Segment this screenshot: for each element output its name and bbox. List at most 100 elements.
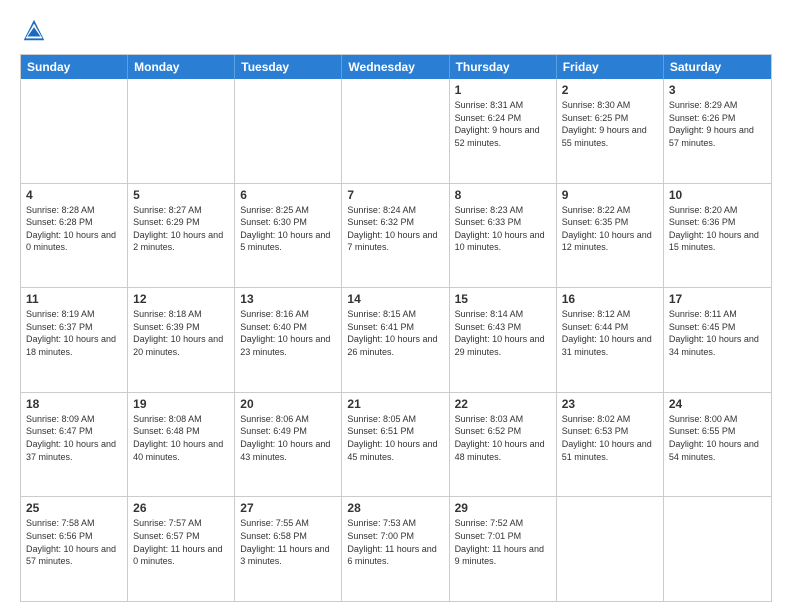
day-number: 11 [26,292,122,306]
day-info: Sunrise: 8:22 AMSunset: 6:35 PMDaylight:… [562,204,658,254]
day-number: 20 [240,397,336,411]
day-info: Sunrise: 7:58 AMSunset: 6:56 PMDaylight:… [26,517,122,567]
calendar-cell: 12 Sunrise: 8:18 AMSunset: 6:39 PMDayligh… [128,288,235,392]
day-info: Sunrise: 8:09 AMSunset: 6:47 PMDaylight:… [26,413,122,463]
calendar-cell [342,79,449,183]
calendar-cell [21,79,128,183]
header-cell-thursday: Thursday [450,55,557,79]
calendar-cell [557,497,664,601]
calendar-cell: 1 Sunrise: 8:31 AMSunset: 6:24 PMDaylight… [450,79,557,183]
calendar-cell [235,79,342,183]
day-info: Sunrise: 7:55 AMSunset: 6:58 PMDaylight:… [240,517,336,567]
calendar-cell: 25Sunrise: 7:58 AMSunset: 6:56 PMDayligh… [21,497,128,601]
calendar-cell: 28 Sunrise: 7:53 AMSunset: 7:00 PMDayligh… [342,497,449,601]
calendar-cell: 7 Sunrise: 8:24 AMSunset: 6:32 PMDaylight… [342,184,449,288]
day-number: 15 [455,292,551,306]
calendar-cell: 27 Sunrise: 7:55 AMSunset: 6:58 PMDayligh… [235,497,342,601]
day-info: Sunrise: 8:18 AMSunset: 6:39 PMDaylight:… [133,308,229,358]
day-number: 22 [455,397,551,411]
day-number: 24 [669,397,766,411]
calendar-cell: 17 Sunrise: 8:11 AMSunset: 6:45 PMDayligh… [664,288,771,392]
day-number: 14 [347,292,443,306]
day-number: 12 [133,292,229,306]
calendar-cell: 22Sunrise: 8:03 AMSunset: 6:52 PMDayligh… [450,393,557,497]
calendar-row-3: 18 Sunrise: 8:09 AMSunset: 6:47 PMDayligh… [21,392,771,497]
day-info: Sunrise: 8:15 AMSunset: 6:41 PMDaylight:… [347,308,443,358]
calendar-row-0: 1 Sunrise: 8:31 AMSunset: 6:24 PMDaylight… [21,79,771,183]
header-cell-sunday: Sunday [21,55,128,79]
header-cell-friday: Friday [557,55,664,79]
calendar-cell: 26 Sunrise: 7:57 AMSunset: 6:57 PMDayligh… [128,497,235,601]
day-number: 10 [669,188,766,202]
calendar-row-1: 4Sunrise: 8:28 AMSunset: 6:28 PMDaylight… [21,183,771,288]
calendar-cell: 18 Sunrise: 8:09 AMSunset: 6:47 PMDayligh… [21,393,128,497]
day-number: 16 [562,292,658,306]
day-info: Sunrise: 8:05 AMSunset: 6:51 PMDaylight:… [347,413,443,463]
day-info: Sunrise: 7:53 AMSunset: 7:00 PMDaylight:… [347,517,443,567]
day-info: Sunrise: 8:31 AMSunset: 6:24 PMDaylight:… [455,99,551,149]
day-number: 2 [562,83,658,97]
calendar-cell: 9 Sunrise: 8:22 AMSunset: 6:35 PMDaylight… [557,184,664,288]
day-info: Sunrise: 8:12 AMSunset: 6:44 PMDaylight:… [562,308,658,358]
calendar-cell: 24Sunrise: 8:00 AMSunset: 6:55 PMDayligh… [664,393,771,497]
calendar-cell: 6 Sunrise: 8:25 AMSunset: 6:30 PMDaylight… [235,184,342,288]
calendar-cell: 11 Sunrise: 8:19 AMSunset: 6:37 PMDayligh… [21,288,128,392]
header-cell-saturday: Saturday [664,55,771,79]
day-number: 28 [347,501,443,515]
day-info: Sunrise: 8:24 AMSunset: 6:32 PMDaylight:… [347,204,443,254]
day-number: 3 [669,83,766,97]
calendar-body: 1 Sunrise: 8:31 AMSunset: 6:24 PMDaylight… [21,79,771,601]
day-info: Sunrise: 8:08 AMSunset: 6:48 PMDaylight:… [133,413,229,463]
day-number: 29 [455,501,551,515]
day-number: 17 [669,292,766,306]
calendar-cell: 23 Sunrise: 8:02 AMSunset: 6:53 PMDayligh… [557,393,664,497]
logo [20,16,52,44]
day-number: 23 [562,397,658,411]
day-number: 21 [347,397,443,411]
calendar-cell: 29 Sunrise: 7:52 AMSunset: 7:01 PMDayligh… [450,497,557,601]
calendar-cell [664,497,771,601]
calendar-cell: 16 Sunrise: 8:12 AMSunset: 6:44 PMDayligh… [557,288,664,392]
calendar: SundayMondayTuesdayWednesdayThursdayFrid… [20,54,772,602]
day-number: 26 [133,501,229,515]
day-info: Sunrise: 8:25 AMSunset: 6:30 PMDaylight:… [240,204,336,254]
day-info: Sunrise: 8:28 AMSunset: 6:28 PMDaylight:… [26,204,122,254]
calendar-cell: 5 Sunrise: 8:27 AMSunset: 6:29 PMDaylight… [128,184,235,288]
day-info: Sunrise: 8:16 AMSunset: 6:40 PMDaylight:… [240,308,336,358]
day-info: Sunrise: 8:11 AMSunset: 6:45 PMDaylight:… [669,308,766,358]
day-info: Sunrise: 8:30 AMSunset: 6:25 PMDaylight:… [562,99,658,149]
day-number: 5 [133,188,229,202]
header-cell-tuesday: Tuesday [235,55,342,79]
day-number: 1 [455,83,551,97]
day-number: 18 [26,397,122,411]
day-info: Sunrise: 8:19 AMSunset: 6:37 PMDaylight:… [26,308,122,358]
day-info: Sunrise: 8:02 AMSunset: 6:53 PMDaylight:… [562,413,658,463]
calendar-row-2: 11 Sunrise: 8:19 AMSunset: 6:37 PMDayligh… [21,287,771,392]
calendar-cell: 8 Sunrise: 8:23 AMSunset: 6:33 PMDaylight… [450,184,557,288]
calendar-cell: 3Sunrise: 8:29 AMSunset: 6:26 PMDaylight… [664,79,771,183]
day-info: Sunrise: 8:27 AMSunset: 6:29 PMDaylight:… [133,204,229,254]
calendar-cell: 13 Sunrise: 8:16 AMSunset: 6:40 PMDayligh… [235,288,342,392]
day-info: Sunrise: 8:14 AMSunset: 6:43 PMDaylight:… [455,308,551,358]
logo-icon [20,16,48,44]
calendar-cell: 15 Sunrise: 8:14 AMSunset: 6:43 PMDayligh… [450,288,557,392]
calendar-cell: 2 Sunrise: 8:30 AMSunset: 6:25 PMDaylight… [557,79,664,183]
day-info: Sunrise: 8:23 AMSunset: 6:33 PMDaylight:… [455,204,551,254]
day-info: Sunrise: 8:06 AMSunset: 6:49 PMDaylight:… [240,413,336,463]
day-info: Sunrise: 7:52 AMSunset: 7:01 PMDaylight:… [455,517,551,567]
header-cell-monday: Monday [128,55,235,79]
day-number: 7 [347,188,443,202]
day-info: Sunrise: 7:57 AMSunset: 6:57 PMDaylight:… [133,517,229,567]
day-number: 27 [240,501,336,515]
calendar-cell: 19 Sunrise: 8:08 AMSunset: 6:48 PMDayligh… [128,393,235,497]
calendar-header: SundayMondayTuesdayWednesdayThursdayFrid… [21,55,771,79]
day-number: 9 [562,188,658,202]
header-cell-wednesday: Wednesday [342,55,449,79]
day-info: Sunrise: 8:20 AMSunset: 6:36 PMDaylight:… [669,204,766,254]
calendar-row-4: 25Sunrise: 7:58 AMSunset: 6:56 PMDayligh… [21,496,771,601]
day-number: 19 [133,397,229,411]
day-number: 8 [455,188,551,202]
day-number: 6 [240,188,336,202]
calendar-cell [128,79,235,183]
day-number: 13 [240,292,336,306]
